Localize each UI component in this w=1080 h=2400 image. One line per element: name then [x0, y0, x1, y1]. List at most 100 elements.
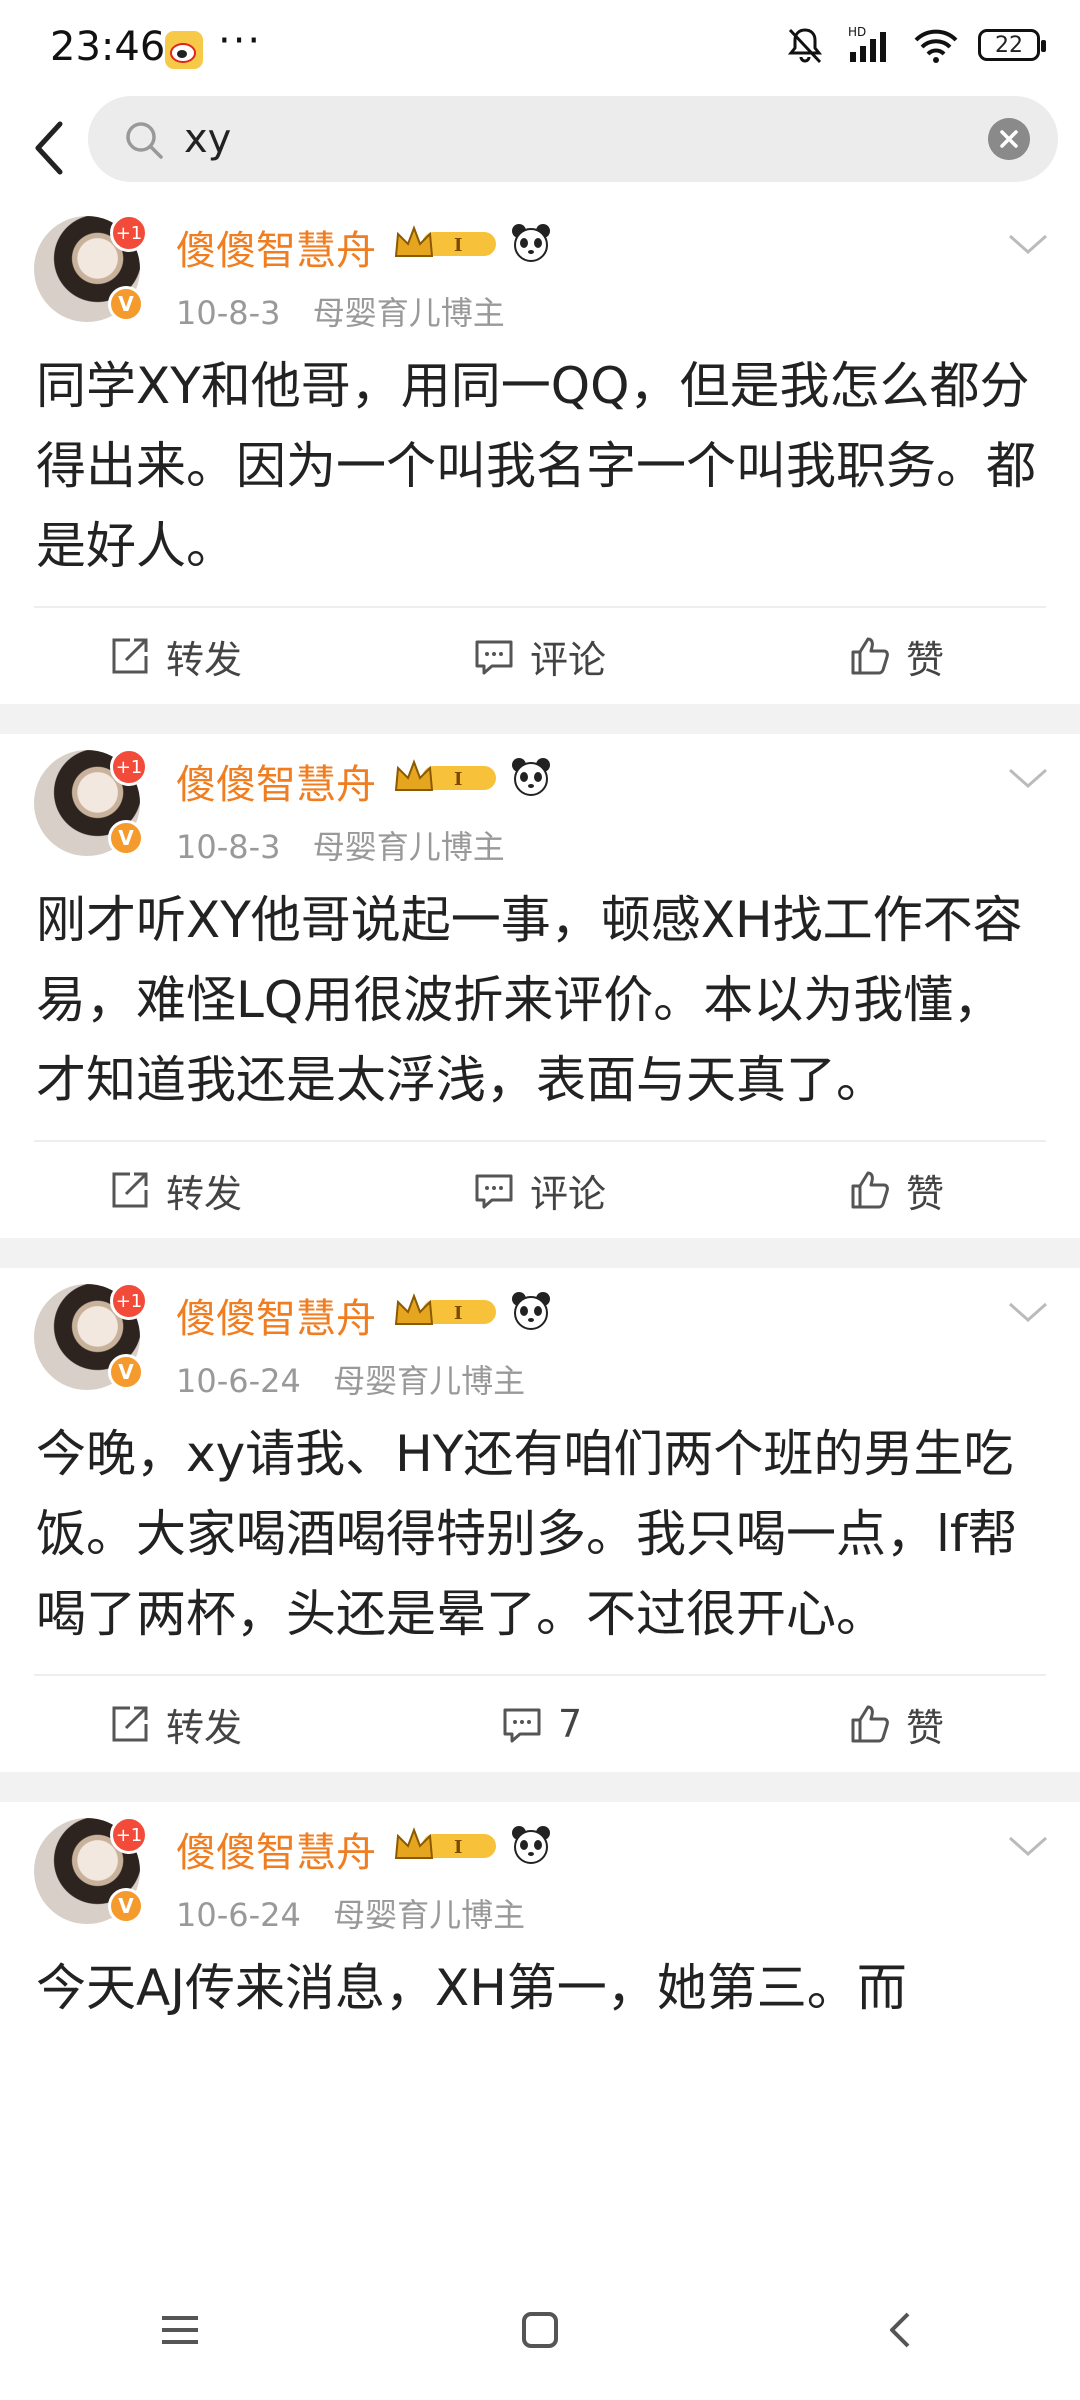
repost-icon: [112, 638, 148, 674]
post-date: 10-8-3: [176, 294, 281, 332]
comment-button[interactable]: 评论: [472, 1142, 606, 1238]
avatar-badge: +1: [110, 748, 148, 786]
notification-more: ···: [218, 18, 263, 64]
crown-level-icon: I: [394, 1827, 496, 1859]
comment-button[interactable]: 评论: [472, 608, 606, 704]
post-meta: 10-6-24 母婴育儿博主: [176, 1890, 525, 1936]
home-button[interactable]: [500, 2290, 580, 2370]
author-tag: 母婴育儿博主: [312, 828, 505, 866]
post-card[interactable]: +1 V 傻傻智慧舟 I 10-8-3 母婴育儿博主 同学XY和他哥，用同一QQ…: [0, 200, 1080, 704]
post-date: 10-6-24: [176, 1362, 301, 1400]
search-input[interactable]: [182, 110, 946, 168]
thumbs-up-icon: [851, 1705, 889, 1743]
post-text[interactable]: 今天AJ传来消息，XH第一，她第三。而: [0, 1948, 1080, 2028]
author-tag: 母婴育儿博主: [333, 1362, 526, 1400]
like-button[interactable]: 赞: [848, 1676, 944, 1772]
post-date: 10-6-24: [176, 1896, 301, 1934]
avatar-badge: +1: [110, 1282, 148, 1320]
avatar-badge: +1: [110, 214, 148, 252]
wifi-icon: [914, 29, 958, 63]
status-time: 23:46: [50, 24, 166, 70]
search-header: [0, 96, 1080, 202]
chevron-down-icon[interactable]: [1006, 1298, 1050, 1326]
repost-button[interactable]: 转发: [108, 608, 242, 704]
post-meta: 10-8-3 母婴育儿博主: [176, 822, 505, 868]
username[interactable]: 傻傻智慧舟: [176, 218, 376, 276]
chevron-down-icon[interactable]: [1006, 1832, 1050, 1860]
comment-button[interactable]: 7: [500, 1676, 582, 1772]
status-indicators: HD 22: [784, 24, 1046, 66]
comment-label: 评论: [530, 1171, 607, 1216]
verified-badge: V: [108, 1888, 144, 1924]
verified-badge: V: [108, 1354, 144, 1390]
username[interactable]: 傻傻智慧舟: [176, 1286, 376, 1344]
action-bar: 转发 7 赞: [0, 1676, 1080, 1772]
comment-icon: [503, 1708, 541, 1743]
post-separator: [0, 1238, 1080, 1268]
repost-icon: [112, 1706, 148, 1742]
svg-text:I: I: [454, 1303, 462, 1324]
chevron-down-icon[interactable]: [1006, 230, 1050, 258]
battery-level: 22: [995, 32, 1023, 58]
post-meta: 10-6-24 母婴育儿博主: [176, 1356, 525, 1402]
post-header: +1 V 傻傻智慧舟 I 10-6-24 母婴育儿博主: [0, 1268, 1080, 1414]
like-label: 赞: [906, 1171, 945, 1216]
panda-icon: [512, 758, 550, 796]
svg-text:I: I: [454, 769, 462, 790]
post-card[interactable]: +1 V 傻傻智慧舟 I 10-6-24 母婴育儿博主 今天AJ传来消息，XH第…: [0, 1802, 1080, 2028]
svg-text:HD: HD: [848, 25, 866, 39]
crown-level-icon: I: [394, 759, 496, 791]
thumbs-up-icon: [851, 637, 889, 675]
panda-icon: [512, 1826, 550, 1864]
back-arrow-icon[interactable]: [22, 114, 82, 182]
like-label: 赞: [906, 637, 945, 682]
comment-label: 评论: [530, 637, 607, 682]
clear-icon[interactable]: [988, 118, 1030, 160]
status-bar: 23:46 ··· HD 22: [0, 0, 1080, 96]
like-button[interactable]: 赞: [848, 608, 944, 704]
username[interactable]: 傻傻智慧舟: [176, 1820, 376, 1878]
action-bar: 转发 评论 赞: [0, 608, 1080, 704]
menu-button[interactable]: [140, 2290, 220, 2370]
panda-icon: [512, 224, 550, 262]
back-button[interactable]: [860, 2290, 940, 2370]
battery-icon: 22: [978, 29, 1046, 61]
post-text[interactable]: 今晚，xy请我、HY还有咱们两个班的男生吃饭。大家喝酒喝得特别多。我只喝一点，l…: [0, 1414, 1080, 1654]
crown-level-icon: I: [394, 1293, 496, 1325]
post-header: +1 V 傻傻智慧舟 I 10-6-24 母婴育儿博主: [0, 1802, 1080, 1948]
repost-button[interactable]: 转发: [108, 1142, 242, 1238]
post-date: 10-8-3: [176, 828, 281, 866]
post-text[interactable]: 刚才听XY他哥说起一事，顿感XH找工作不容易，难怪LQ用很波折来评价。本以为我懂…: [0, 880, 1080, 1120]
search-icon: [126, 122, 163, 159]
weibo-icon: [165, 31, 203, 69]
repost-button[interactable]: 转发: [108, 1676, 242, 1772]
chevron-down-icon[interactable]: [1006, 764, 1050, 792]
repost-icon: [112, 1172, 148, 1208]
repost-label: 转发: [166, 1171, 243, 1216]
like-label: 赞: [906, 1705, 945, 1750]
comment-icon: [475, 640, 513, 675]
svg-text:I: I: [454, 235, 462, 256]
post-header: +1 V 傻傻智慧舟 I 10-8-3 母婴育儿博主: [0, 734, 1080, 880]
post-separator: [0, 704, 1080, 734]
like-button[interactable]: 赞: [848, 1142, 944, 1238]
author-tag: 母婴育儿博主: [312, 294, 505, 332]
post-card[interactable]: +1 V 傻傻智慧舟 I 10-6-24 母婴育儿博主 今晚，xy请我、HY还有…: [0, 1268, 1080, 1772]
repost-label: 转发: [166, 637, 243, 682]
post-text[interactable]: 同学XY和他哥，用同一QQ，但是我怎么都分得出来。因为一个叫我名字一个叫我职务。…: [0, 346, 1080, 586]
author-tag: 母婴育儿博主: [333, 1896, 526, 1934]
hd-signal-icon: HD: [848, 25, 886, 62]
panda-icon: [512, 1292, 550, 1330]
comment-count: 7: [558, 1702, 583, 1746]
comment-icon: [475, 1174, 513, 1209]
search-box[interactable]: [88, 96, 1058, 182]
system-nav-bar: [0, 2260, 1080, 2400]
post-card[interactable]: +1 V 傻傻智慧舟 I 10-8-3 母婴育儿博主 刚才听XY他哥说起一事，顿…: [0, 734, 1080, 1238]
mute-icon: [787, 28, 823, 64]
username[interactable]: 傻傻智慧舟: [176, 752, 376, 810]
post-meta: 10-8-3 母婴育儿博主: [176, 288, 505, 334]
avatar-badge: +1: [110, 1816, 148, 1854]
home-icon: [522, 2312, 558, 2348]
post-separator: [0, 1772, 1080, 1802]
thumbs-up-icon: [851, 1171, 889, 1209]
